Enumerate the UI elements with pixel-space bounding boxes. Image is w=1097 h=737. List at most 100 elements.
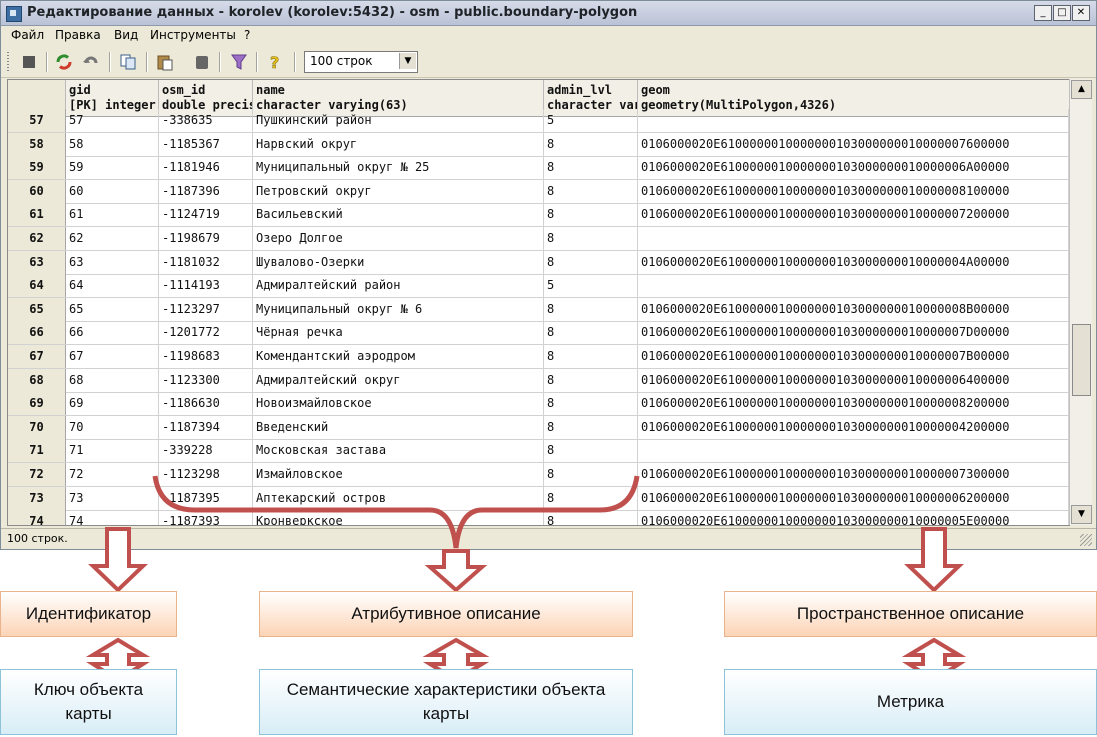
cell-admin-lvl[interactable]: 8 — [544, 392, 638, 416]
cell-osm-id[interactable]: -1181032 — [159, 250, 253, 274]
row-number[interactable]: 59 — [8, 156, 66, 180]
cell-gid[interactable]: 65 — [66, 297, 159, 321]
cell-geom[interactable]: 0106000020E61000000100000001030000000100… — [638, 132, 1069, 156]
minimize-button[interactable]: _ — [1034, 5, 1052, 21]
row-number[interactable]: 67 — [8, 345, 66, 368]
cell-admin-lvl[interactable]: 8 — [544, 250, 638, 274]
row-number[interactable]: 58 — [8, 132, 66, 156]
table-row[interactable]: 66 66 -1201772 Чёрная речка 8 0106000020E6100… — [8, 321, 1069, 346]
menu-tools[interactable]: Инструменты — [150, 28, 236, 42]
cell-name[interactable]: Чёрная речка — [253, 321, 544, 345]
cell-admin-lvl[interactable]: 8 — [544, 132, 638, 156]
cell-gid[interactable]: 63 — [66, 250, 159, 274]
cell-admin-lvl[interactable]: 8 — [544, 156, 638, 180]
table-row[interactable]: 68 68 -1123300 Адмиралтейский округ 8 0106000… — [8, 368, 1069, 393]
row-number[interactable]: 72 — [8, 463, 66, 486]
cell-gid[interactable]: 72 — [66, 463, 159, 486]
cell-geom[interactable]: 0106000020E61000000100000001030000000100… — [638, 345, 1069, 368]
cell-name[interactable]: Васильевский — [253, 203, 544, 227]
scroll-down-icon[interactable]: ▼ — [1071, 505, 1092, 524]
cell-gid[interactable]: 71 — [66, 439, 159, 463]
cell-geom[interactable]: 0106000020E61000000100000001030000000100… — [638, 510, 1069, 525]
table-row[interactable]: 70 70 -1187394 Введенский 8 0106000020E610000… — [8, 415, 1069, 440]
row-number[interactable]: 60 — [8, 179, 66, 203]
cell-osm-id[interactable]: -1123297 — [159, 297, 253, 321]
resize-grip-icon[interactable] — [1080, 534, 1092, 546]
row-number[interactable]: 73 — [8, 486, 66, 510]
cell-gid[interactable]: 59 — [66, 156, 159, 180]
cell-osm-id[interactable]: -339228 — [159, 439, 253, 463]
cell-geom[interactable] — [638, 439, 1069, 463]
cell-osm-id[interactable]: -1123300 — [159, 368, 253, 392]
table-row[interactable]: 57 57 -338635 Пушкинский район 5 — [8, 109, 1069, 133]
row-number[interactable]: 64 — [8, 274, 66, 298]
cell-name[interactable]: Адмиралтейский округ — [253, 368, 544, 392]
cell-geom[interactable]: 0106000020E61000000100000001030000000100… — [638, 156, 1069, 180]
cell-geom[interactable]: 0106000020E61000000100000001030000000100… — [638, 321, 1069, 345]
cell-geom[interactable]: 0106000020E61000000100000001030000000100… — [638, 179, 1069, 203]
cell-geom[interactable]: 0106000020E61000000100000001030000000100… — [638, 463, 1069, 486]
cell-geom[interactable] — [638, 227, 1069, 250]
cell-name[interactable]: Измайловское — [253, 463, 544, 486]
cell-gid[interactable]: 62 — [66, 227, 159, 250]
cell-admin-lvl[interactable]: 8 — [544, 439, 638, 463]
cell-gid[interactable]: 73 — [66, 486, 159, 510]
cell-osm-id[interactable]: -1187393 — [159, 510, 253, 525]
cell-gid[interactable]: 67 — [66, 345, 159, 368]
filter-icon[interactable] — [229, 52, 249, 72]
row-number[interactable]: 66 — [8, 321, 66, 345]
cell-admin-lvl[interactable]: 8 — [544, 345, 638, 368]
table-row[interactable]: 58 58 -1185367 Нарвский округ 8 0106000020E61… — [8, 132, 1069, 157]
table-row[interactable]: 59 59 -1181946 Муниципальный округ № 25 8 010… — [8, 156, 1069, 181]
vertical-scrollbar[interactable]: ▲ ▼ — [1069, 79, 1092, 525]
cell-osm-id[interactable]: -1187395 — [159, 486, 253, 510]
cell-admin-lvl[interactable]: 8 — [544, 297, 638, 321]
table-row[interactable]: 72 72 -1123298 Измайловское 8 0106000020E6100… — [8, 463, 1069, 487]
cell-gid[interactable]: 64 — [66, 274, 159, 298]
cell-gid[interactable]: 60 — [66, 179, 159, 203]
cell-geom[interactable]: 0106000020E61000000100000001030000000100… — [638, 368, 1069, 392]
cell-gid[interactable]: 69 — [66, 392, 159, 416]
table-row[interactable]: 61 61 -1124719 Васильевский 8 0106000020E6100… — [8, 203, 1069, 228]
row-number[interactable]: 61 — [8, 203, 66, 227]
scroll-up-icon[interactable]: ▲ — [1071, 80, 1092, 99]
table-row[interactable]: 65 65 -1123297 Муниципальный округ № 6 8 0106… — [8, 297, 1069, 322]
maximize-button[interactable]: □ — [1053, 5, 1071, 21]
table-row[interactable]: 64 64 -1114193 Адмиралтейский район 5 — [8, 274, 1069, 299]
table-row[interactable]: 69 69 -1186630 Новоизмайловское 8 0106000020E… — [8, 392, 1069, 417]
cell-osm-id[interactable]: -1185367 — [159, 132, 253, 156]
row-number[interactable]: 63 — [8, 250, 66, 274]
row-number[interactable]: 70 — [8, 415, 66, 439]
cell-name[interactable]: Комендантский аэродром — [253, 345, 544, 368]
cell-gid[interactable]: 68 — [66, 368, 159, 392]
cell-admin-lvl[interactable]: 8 — [544, 510, 638, 525]
cell-name[interactable]: Пушкинский район — [253, 109, 544, 132]
cell-gid[interactable]: 61 — [66, 203, 159, 227]
table-row[interactable]: 63 63 -1181032 Шувалово-Озерки 8 0106000020E6… — [8, 250, 1069, 275]
cell-admin-lvl[interactable]: 8 — [544, 415, 638, 439]
menu-view[interactable]: Вид — [114, 28, 138, 42]
row-number[interactable]: 74 — [8, 510, 66, 525]
cell-geom[interactable]: 0106000020E61000000100000001030000000100… — [638, 203, 1069, 227]
row-limit-select[interactable]: 100 строк ▼ — [304, 51, 418, 73]
cell-geom[interactable] — [638, 274, 1069, 298]
row-number[interactable]: 71 — [8, 439, 66, 463]
cell-name[interactable]: Муниципальный округ № 25 — [253, 156, 544, 180]
cell-admin-lvl[interactable]: 8 — [544, 179, 638, 203]
cell-admin-lvl[interactable]: 8 — [544, 368, 638, 392]
cell-geom[interactable]: 0106000020E61000000100000001030000000100… — [638, 392, 1069, 416]
row-number[interactable]: 68 — [8, 368, 66, 392]
cell-admin-lvl[interactable]: 5 — [544, 274, 638, 298]
cell-osm-id[interactable]: -1124719 — [159, 203, 253, 227]
copy-icon[interactable] — [118, 52, 138, 72]
table-row[interactable]: 74 74 -1187393 Кронверкское 8 0106000020E6100… — [8, 510, 1069, 525]
table-row[interactable]: 71 71 -339228 Московская застава 8 — [8, 439, 1069, 464]
cell-osm-id[interactable]: -1201772 — [159, 321, 253, 345]
cell-osm-id[interactable]: -1198679 — [159, 227, 253, 250]
cell-osm-id[interactable]: -1187394 — [159, 415, 253, 439]
cell-name[interactable]: Аптекарский остров — [253, 486, 544, 510]
close-button[interactable]: ✕ — [1072, 5, 1090, 21]
delete-icon[interactable] — [192, 52, 212, 72]
cell-geom[interactable] — [638, 109, 1069, 132]
cell-gid[interactable]: 74 — [66, 510, 159, 525]
